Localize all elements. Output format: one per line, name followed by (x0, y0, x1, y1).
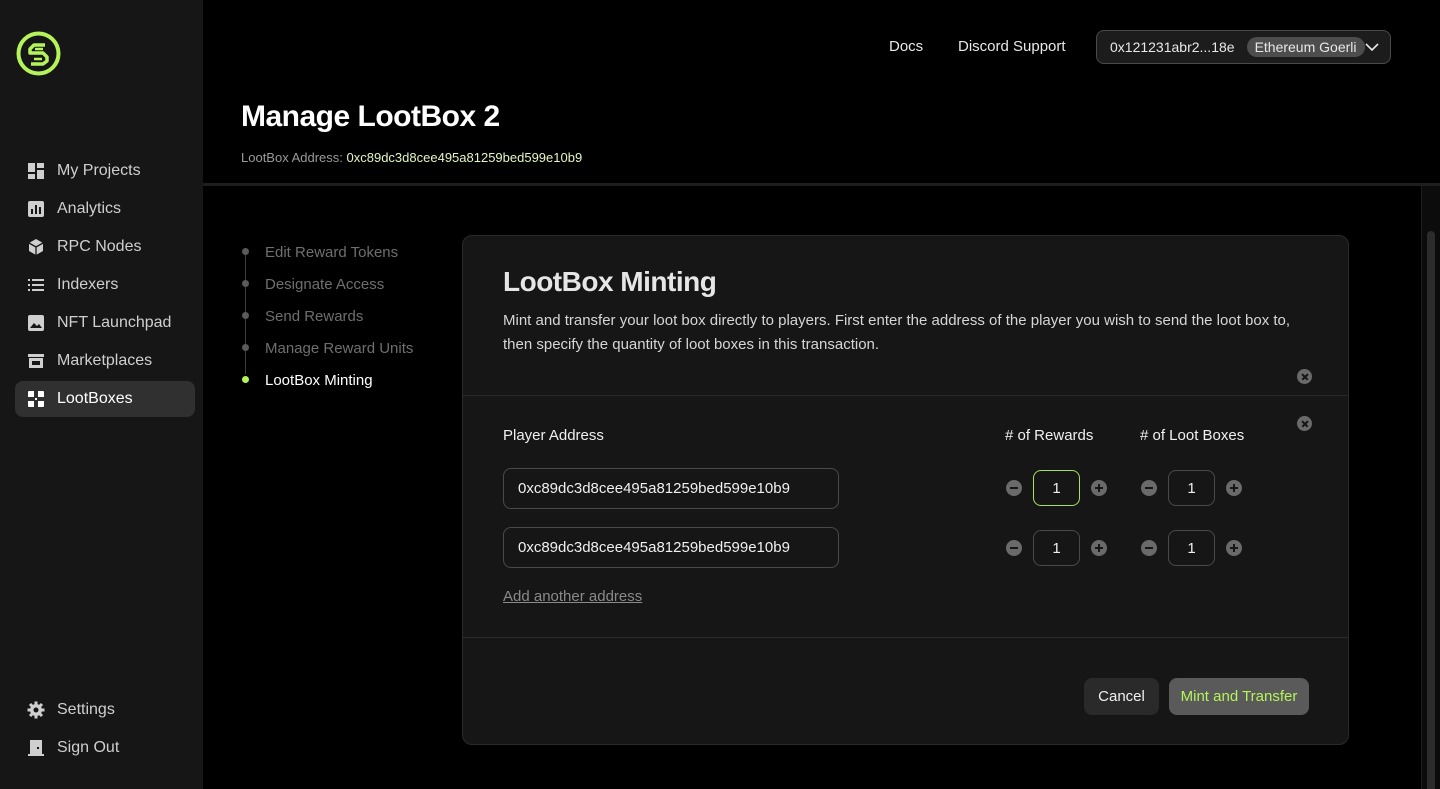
rewards-header: # of Rewards (1005, 427, 1094, 444)
analytics-icon (27, 200, 45, 218)
step-dot (242, 248, 249, 255)
sidebar-item-label: LootBoxes (57, 390, 133, 407)
step-label: Send Rewards (265, 307, 364, 325)
docs-link[interactable]: Docs (889, 38, 923, 55)
sidebar-item-label: Indexers (57, 276, 119, 293)
lootboxes-quantity-input[interactable]: 1 (1168, 470, 1215, 506)
sidebar-item-lootboxes[interactable]: LootBoxes (15, 381, 195, 417)
step-designate-access[interactable]: Designate Access (241, 268, 413, 300)
scrollbar-thumb[interactable] (1427, 231, 1435, 789)
step-dot-active (242, 376, 249, 383)
rewards-decrement-button[interactable] (1006, 480, 1022, 496)
gear-icon (27, 701, 45, 719)
rewards-quantity-input[interactable]: 1 (1033, 470, 1080, 506)
list-icon (27, 276, 45, 294)
player-address-input[interactable] (503, 527, 839, 568)
sidebar-item-analytics[interactable]: Analytics (15, 191, 195, 227)
cancel-button[interactable]: Cancel (1084, 678, 1159, 715)
chain-badge: Ethereum Goerli (1246, 37, 1365, 57)
player-address-header: Player Address (503, 427, 604, 444)
card-title: LootBox Minting (503, 266, 717, 297)
lootbox-address: LootBox Address: 0xc89dc3d8cee495a81259b… (241, 150, 582, 165)
close-icon[interactable] (1297, 416, 1312, 431)
sidebar-item-rpc-nodes[interactable]: RPC Nodes (15, 229, 195, 265)
lootboxes-decrement-button[interactable] (1141, 540, 1157, 556)
card-description: Mint and transfer your loot box directly… (503, 312, 1291, 353)
step-label: Manage Reward Units (265, 339, 414, 357)
player-address-input[interactable] (503, 468, 839, 509)
sidebar-item-label: My Projects (57, 162, 141, 179)
app-root: My Projects Analytics RPC Nodes Indexers (0, 0, 1440, 789)
logo-icon[interactable] (15, 30, 62, 77)
sidebar-item-nft-launchpad[interactable]: NFT Launchpad (15, 305, 195, 341)
store-icon (27, 352, 45, 370)
step-label: LootBox Minting (265, 371, 373, 389)
lootbox-address-value: 0xc89dc3d8cee495a81259bed599e10b9 (346, 150, 583, 165)
wallet-selector[interactable]: 0x121231abr2...18e Ethereum Goerli (1096, 30, 1391, 64)
wallet-address: 0x121231abr2...18e (1110, 39, 1235, 55)
add-another-address-link[interactable]: Add another address (503, 588, 642, 605)
sidebar-item-label: Settings (57, 701, 115, 718)
image-icon (27, 314, 45, 332)
step-dot (242, 280, 249, 287)
sidebar-bottom-nav: Settings Sign Out (15, 692, 195, 768)
step-dot (242, 344, 249, 351)
lootboxes-increment-button[interactable] (1226, 480, 1242, 496)
rewards-increment-button[interactable] (1091, 480, 1107, 496)
sidebar: My Projects Analytics RPC Nodes Indexers (0, 0, 203, 789)
divider (463, 395, 1348, 396)
sidebar-item-settings[interactable]: Settings (15, 692, 195, 728)
sidebar-item-sign-out[interactable]: Sign Out (15, 730, 195, 766)
divider (463, 637, 1348, 638)
mint-and-transfer-button[interactable]: Mint and Transfer (1169, 678, 1309, 715)
step-label: Designate Access (265, 275, 385, 293)
step-manage-reward-units[interactable]: Manage Reward Units (241, 332, 413, 364)
lootboxes-increment-button[interactable] (1226, 540, 1242, 556)
header-divider (203, 183, 1440, 186)
chevron-down-icon (1364, 39, 1380, 55)
sidebar-nav: My Projects Analytics RPC Nodes Indexers (15, 153, 195, 419)
sidebar-item-label: NFT Launchpad (57, 314, 172, 331)
scrollbar[interactable] (1421, 186, 1440, 789)
step-edit-reward-tokens[interactable]: Edit Reward Tokens (241, 236, 413, 268)
lootboxes-decrement-button[interactable] (1141, 480, 1157, 496)
sign-out-icon (27, 739, 45, 757)
page-title: Manage LootBox 2 (241, 100, 500, 133)
close-icon[interactable] (1297, 369, 1312, 384)
sidebar-item-label: Marketplaces (57, 352, 153, 369)
lootboxes-header: # of Loot Boxes (1140, 427, 1245, 444)
lootbox-icon (27, 390, 45, 408)
step-send-rewards[interactable]: Send Rewards (241, 300, 413, 332)
step-dot (242, 312, 249, 319)
sidebar-item-marketplaces[interactable]: Marketplaces (15, 343, 195, 379)
lootboxes-quantity-input[interactable]: 1 (1168, 530, 1215, 566)
sidebar-item-label: RPC Nodes (57, 238, 142, 255)
dashboard-icon (27, 162, 45, 180)
cube-icon (27, 238, 45, 256)
sidebar-item-my-projects[interactable]: My Projects (15, 153, 195, 189)
sidebar-item-label: Analytics (57, 200, 122, 217)
rewards-decrement-button[interactable] (1006, 540, 1022, 556)
step-lootbox-minting[interactable]: LootBox Minting (241, 364, 413, 396)
sidebar-item-label: Sign Out (57, 739, 120, 756)
rewards-quantity-input[interactable]: 1 (1033, 530, 1080, 566)
discord-support-link[interactable]: Discord Support (958, 38, 1066, 55)
sidebar-item-indexers[interactable]: Indexers (15, 267, 195, 303)
lootbox-minting-card: LootBox Minting Mint and transfer your l… (462, 235, 1349, 745)
rewards-increment-button[interactable] (1091, 540, 1107, 556)
step-label: Edit Reward Tokens (265, 243, 399, 261)
step-nav: Edit Reward Tokens Designate Access Send… (241, 236, 413, 396)
lootbox-address-label: LootBox Address: (241, 150, 347, 165)
